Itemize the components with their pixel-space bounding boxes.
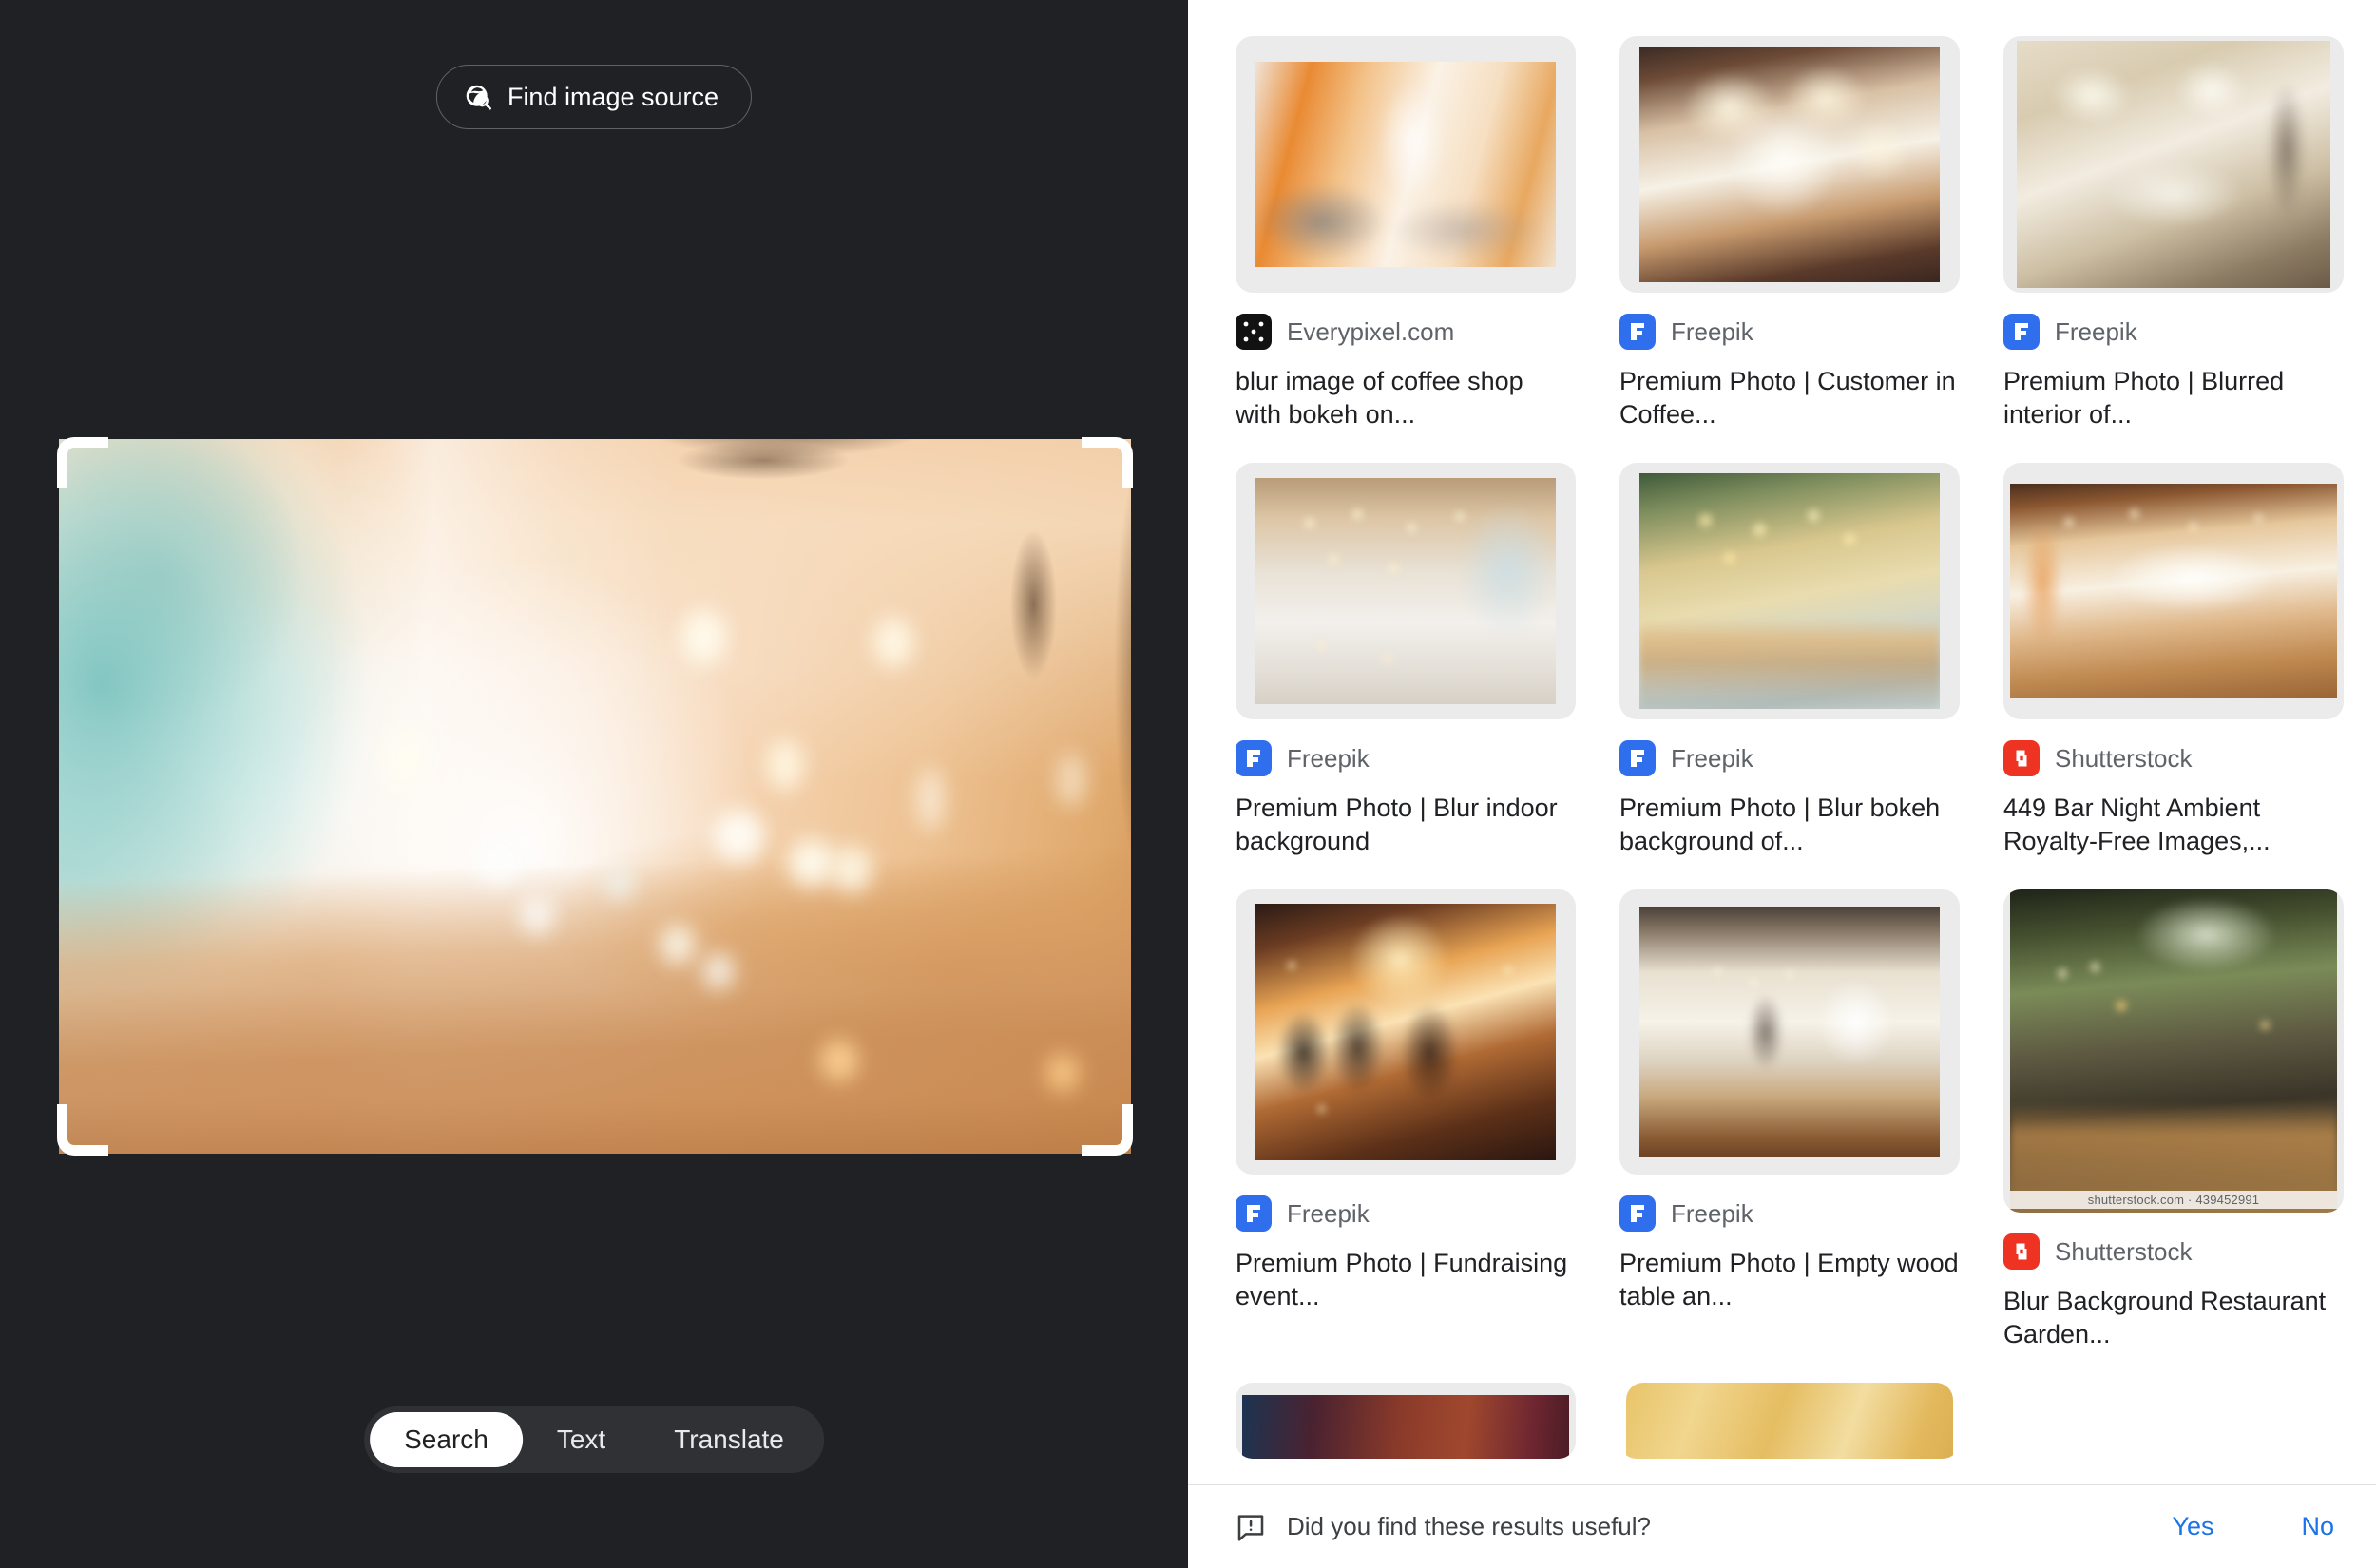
mode-tab-bar: Search Text Translate [364, 1406, 824, 1473]
result-card[interactable]: Freepik Premium Photo | Fundraising even… [1236, 889, 1576, 1350]
mode-tab-search[interactable]: Search [370, 1412, 523, 1467]
result-card[interactable] [2003, 1383, 2344, 1459]
result-source-row: Everypixel.com [1236, 314, 1576, 350]
feedback-prompt: Did you find these results useful? [1236, 1512, 1651, 1542]
result-thumbnail-tray [1236, 1383, 1576, 1460]
result-source-name: Freepik [1671, 1198, 1753, 1228]
result-card[interactable]: Freepik Premium Photo | Blurred interior… [2003, 36, 2344, 430]
visual-matches-panel: Everypixel.com blur image of coffee shop… [1188, 0, 2376, 1568]
result-thumbnail [1639, 46, 1940, 283]
mode-tab-translate[interactable]: Translate [640, 1412, 818, 1467]
result-card[interactable]: Shutterstock 449 Bar Night Ambient Royal… [2003, 463, 2344, 857]
result-thumbnail-tray [1236, 36, 1576, 293]
result-title[interactable]: Premium Photo | Empty wood table an... [1619, 1247, 1960, 1312]
freepik-icon [1619, 1195, 1656, 1233]
result-source-name: Freepik [1671, 743, 1753, 773]
result-thumbnail [2017, 41, 2330, 288]
freepik-icon [1619, 314, 1656, 350]
result-thumbnail-tray [1236, 463, 1576, 720]
result-title[interactable]: Blur Background Restaurant Garden... [2003, 1285, 2344, 1350]
feedback-no-button[interactable]: No [2301, 1512, 2334, 1541]
result-source-row: Freepik [1619, 740, 1960, 777]
results-grid: Everypixel.com blur image of coffee shop… [1236, 36, 2344, 1484]
result-source-row: Freepik [1619, 314, 1960, 350]
result-thumbnail [1639, 907, 1940, 1158]
result-thumbnail [1255, 62, 1556, 267]
result-card[interactable]: Freepik Premium Photo | Blur indoor back… [1236, 463, 1576, 857]
result-thumbnail-tray [2003, 36, 2344, 293]
result-thumbnail [1255, 904, 1556, 1161]
image-crop-stage[interactable] [57, 437, 1133, 1156]
feedback-question: Did you find these results useful? [1287, 1512, 1651, 1540]
result-thumbnail-tray: shutterstock.com · 439452991 [2003, 889, 2344, 1214]
result-thumbnail-tray [1619, 36, 1960, 293]
image-preview-panel: Find image source Search Text Translate [0, 0, 1188, 1568]
result-source-name: Shutterstock [2055, 743, 2193, 773]
result-source-row: Shutterstock [2003, 1233, 2344, 1271]
freepik-icon [1236, 1195, 1272, 1233]
result-title[interactable]: Premium Photo | Blur indoor background [1236, 792, 1576, 857]
result-source-row: Freepik [2003, 314, 2344, 350]
result-thumbnail [2010, 483, 2337, 699]
result-thumbnail-tray [1236, 889, 1576, 1176]
result-source-name: Everypixel.com [1287, 316, 1455, 346]
result-thumbnail [1242, 1395, 1569, 1460]
result-card[interactable]: Freepik Premium Photo | Blur bokeh backg… [1619, 463, 1960, 857]
result-thumbnail [1255, 478, 1556, 704]
feedback-yes-button[interactable]: Yes [2172, 1512, 2213, 1541]
result-source-row: Freepik [1619, 1195, 1960, 1233]
result-thumbnail-tray [1619, 1383, 1960, 1460]
result-source-name: Freepik [1287, 1198, 1370, 1228]
result-source-row: Freepik [1236, 1195, 1576, 1233]
result-source-name: Shutterstock [2055, 1236, 2193, 1266]
result-source-row: Shutterstock [2003, 740, 2344, 777]
result-title[interactable]: Premium Photo | Blurred interior of... [2003, 365, 2344, 430]
result-source-name: Freepik [1671, 316, 1753, 346]
result-source-name: Freepik [2055, 316, 2137, 346]
result-card[interactable] [1236, 1383, 1576, 1460]
everypixel-icon [1236, 314, 1272, 350]
image-fixture-layer [59, 439, 1131, 1154]
query-image[interactable] [59, 439, 1131, 1154]
result-thumbnail: shutterstock.com · 439452991 [2010, 889, 2337, 1214]
result-title[interactable]: 449 Bar Night Ambient Royalty-Free Image… [2003, 792, 2344, 857]
result-card[interactable]: shutterstock.com · 439452991 Shutterstoc… [2003, 889, 2344, 1350]
result-thumbnail [1639, 472, 1940, 710]
result-title[interactable]: Premium Photo | Fundraising event... [1236, 1247, 1576, 1312]
result-thumbnail-tray [2003, 463, 2344, 720]
result-title[interactable]: Premium Photo | Blur bokeh background of… [1619, 792, 1960, 857]
result-card[interactable]: Freepik Premium Photo | Customer in Coff… [1619, 36, 1960, 430]
freepik-icon [1619, 740, 1656, 777]
shutterstock-icon [2003, 740, 2040, 777]
result-title[interactable]: blur image of coffee shop with bokeh on.… [1236, 365, 1576, 430]
feedback-icon [1236, 1512, 1266, 1542]
result-card[interactable]: Everypixel.com blur image of coffee shop… [1236, 36, 1576, 430]
result-card[interactable] [1619, 1383, 1960, 1460]
result-watermark: shutterstock.com · 439452991 [2010, 1191, 2337, 1210]
freepik-icon [1236, 740, 1272, 777]
find-image-source-label: Find image source [507, 82, 719, 111]
result-card[interactable]: Freepik Premium Photo | Empty wood table… [1619, 889, 1960, 1350]
results-scroll-area[interactable]: Everypixel.com blur image of coffee shop… [1188, 0, 2376, 1484]
image-source-search-icon [464, 83, 492, 111]
shutterstock-icon [2003, 1233, 2040, 1271]
freepik-icon [2003, 314, 2040, 350]
mode-tab-text[interactable]: Text [523, 1412, 640, 1467]
result-source-row: Freepik [1236, 740, 1576, 777]
result-thumbnail [1626, 1383, 1953, 1460]
find-image-source-button[interactable]: Find image source [435, 65, 753, 129]
result-title[interactable]: Premium Photo | Customer in Coffee... [1619, 365, 1960, 430]
result-thumbnail-tray [1619, 889, 1960, 1176]
feedback-actions: Yes No [2172, 1512, 2334, 1541]
lens-visual-search-app: Find image source Search Text Translate … [0, 0, 2376, 1568]
result-source-name: Freepik [1287, 743, 1370, 773]
feedback-bar: Did you find these results useful? Yes N… [1188, 1484, 2376, 1568]
result-thumbnail-tray [1619, 463, 1960, 720]
